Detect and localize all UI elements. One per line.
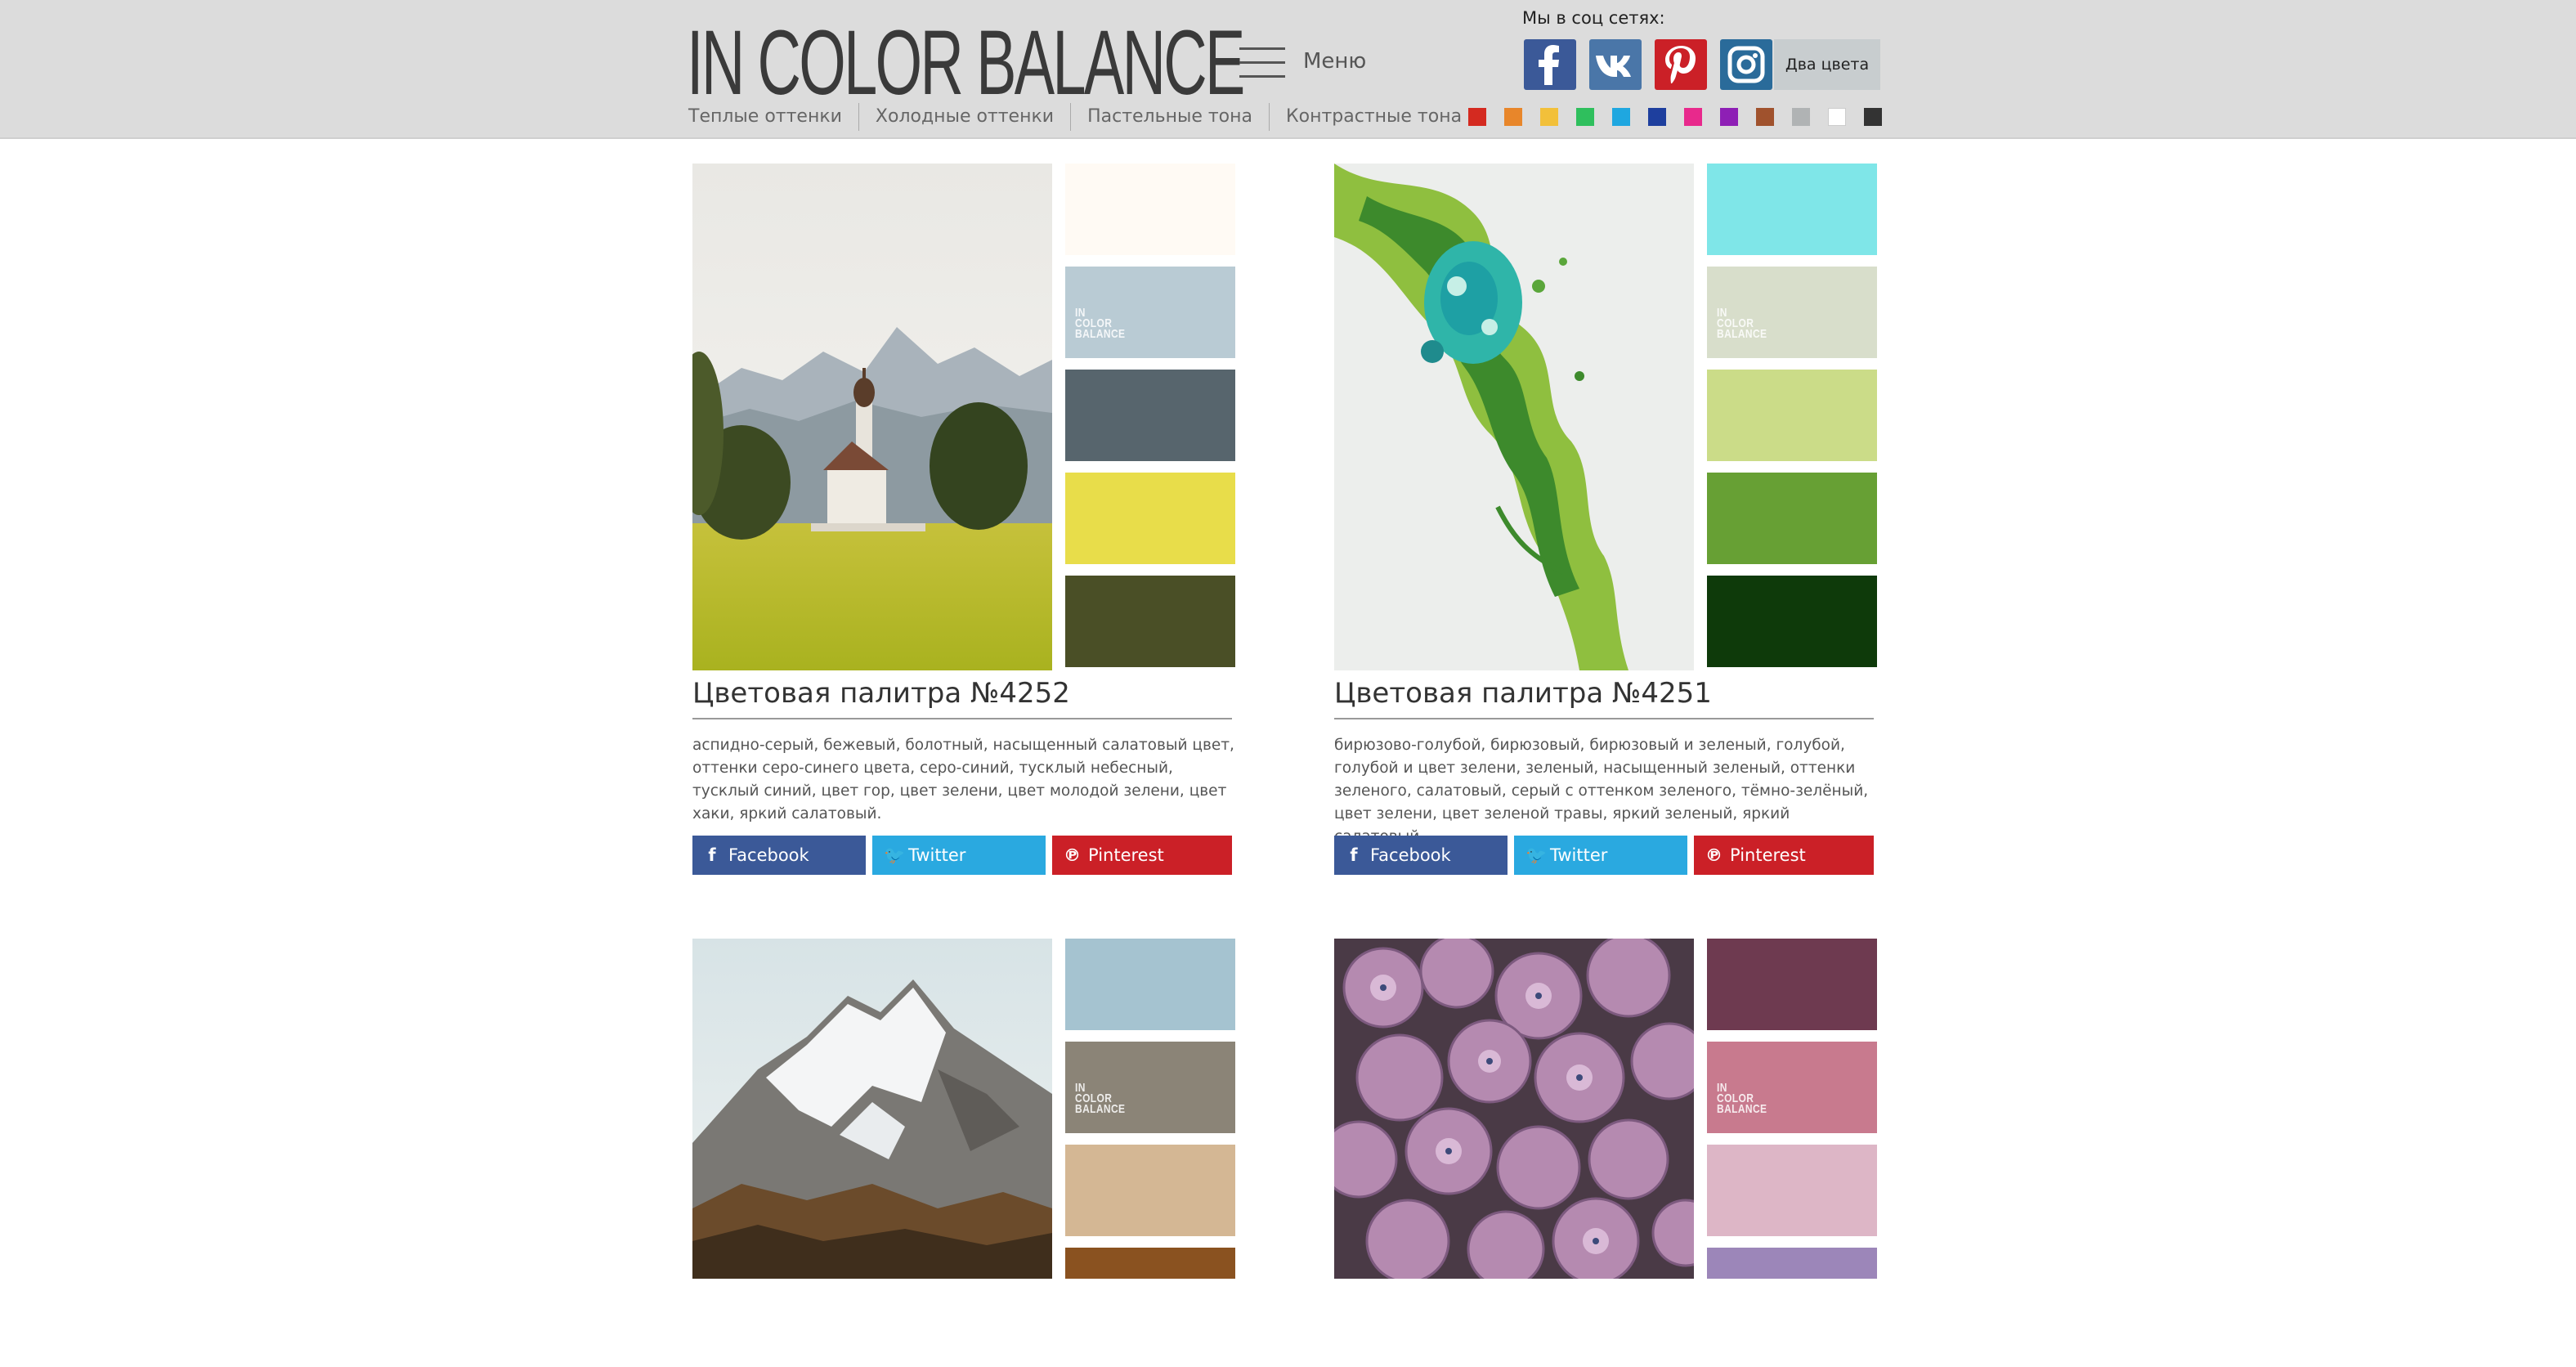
color-chip[interactable] xyxy=(1065,164,1235,255)
color-chip[interactable]: IN COLOR BALANCE xyxy=(1065,267,1235,358)
color-filter-swatch[interactable] xyxy=(1612,108,1630,126)
color-filter-swatches xyxy=(1468,108,1900,126)
vk-social-button[interactable] xyxy=(1589,39,1642,90)
instagram-social-button[interactable] xyxy=(1720,39,1772,90)
palette-card: IN COLOR BALANCE Цветовая палитра №4251 би… xyxy=(1334,164,1877,883)
divider xyxy=(692,718,1232,719)
color-chip[interactable] xyxy=(1707,939,1877,1030)
category-warm[interactable]: Теплые оттенки xyxy=(688,103,858,131)
color-chip[interactable] xyxy=(1707,1248,1877,1279)
color-chip[interactable]: IN COLOR BALANCE xyxy=(1707,1042,1877,1133)
palette-photo[interactable] xyxy=(692,164,1052,670)
color-filter-swatch[interactable] xyxy=(1720,108,1738,126)
site-logo[interactable]: IN COLOR BALANCE xyxy=(687,17,1245,109)
color-chip[interactable]: IN COLOR BALANCE xyxy=(1707,267,1877,358)
pinterest-icon: ℗ xyxy=(1064,845,1081,865)
hamburger-icon xyxy=(1239,47,1285,78)
church-landscape-image xyxy=(692,164,1052,670)
share-buttons: f Facebook 🐦 Twitter ℗ Pinterest xyxy=(692,836,1235,875)
snowy-mountain-image xyxy=(692,939,1052,1279)
color-filter-swatch[interactable] xyxy=(1864,108,1882,126)
palette-title[interactable]: Цветовая палитра №4251 xyxy=(1334,677,1712,710)
share-buttons: f Facebook 🐦 Twitter ℗ Pinterest xyxy=(1334,836,1877,875)
twitter-share-button[interactable]: 🐦 Twitter xyxy=(1514,836,1687,875)
facebook-social-button[interactable] xyxy=(1524,39,1576,90)
color-filter-swatch[interactable] xyxy=(1756,108,1774,126)
facebook-icon xyxy=(1539,45,1559,85)
color-filter-swatch[interactable] xyxy=(1792,108,1810,126)
palette-description: бирюзово-голубой, бирюзовый, бирюзовый и… xyxy=(1334,737,1869,845)
color-chip[interactable] xyxy=(1707,576,1877,667)
color-chip[interactable] xyxy=(1707,1145,1877,1236)
category-nav: Теплые оттенки Холодные оттенки Пастельн… xyxy=(688,103,1478,131)
green-fluid-art-image xyxy=(1334,164,1694,670)
twitter-share-button[interactable]: 🐦 Twitter xyxy=(872,836,1046,875)
color-chip[interactable] xyxy=(1065,473,1235,564)
facebook-icon: f xyxy=(1350,845,1358,865)
palette-photo[interactable] xyxy=(692,939,1052,1279)
color-filter-swatch[interactable] xyxy=(1468,108,1486,126)
color-filter-swatch[interactable] xyxy=(1648,108,1666,126)
pinterest-icon: ℗ xyxy=(1705,845,1723,865)
color-chip[interactable] xyxy=(1707,370,1877,461)
pinterest-share-button[interactable]: ℗ Pinterest xyxy=(1052,836,1232,875)
twitter-icon: 🐦 xyxy=(884,845,906,865)
two-colors-button[interactable]: Два цвета xyxy=(1774,39,1880,90)
pinterest-share-button[interactable]: ℗ Pinterest xyxy=(1694,836,1874,875)
palette-photo[interactable] xyxy=(1334,164,1694,670)
color-chip[interactable] xyxy=(1707,473,1877,564)
palette-photo[interactable] xyxy=(1334,939,1694,1279)
color-filter-swatch[interactable] xyxy=(1576,108,1594,126)
vk-icon xyxy=(1596,56,1631,77)
category-cold[interactable]: Холодные оттенки xyxy=(858,103,1070,131)
divider xyxy=(1334,718,1874,719)
twitter-icon: 🐦 xyxy=(1525,845,1548,865)
menu-button[interactable]: Меню xyxy=(1239,44,1366,82)
category-pastel[interactable]: Пастельные тона xyxy=(1070,103,1269,131)
color-filter-swatch[interactable] xyxy=(1684,108,1702,126)
color-filter-swatch[interactable] xyxy=(1504,108,1522,126)
palette-description: аспидно-серый, бежевый, болотный, насыще… xyxy=(692,737,1234,822)
color-chip[interactable]: IN COLOR BALANCE xyxy=(1065,1042,1235,1133)
color-chip[interactable] xyxy=(1065,1248,1235,1279)
pinterest-icon xyxy=(1665,46,1696,83)
category-contrast[interactable]: Контрастные тона xyxy=(1269,103,1478,131)
facebook-share-button[interactable]: f Facebook xyxy=(692,836,866,875)
social-caption: Мы в соц сетях: xyxy=(1522,8,1665,28)
pinterest-social-button[interactable] xyxy=(1655,39,1707,90)
watermark-logo: IN COLOR BALANCE xyxy=(1717,1081,1767,1116)
color-filter-swatch[interactable] xyxy=(1540,108,1558,126)
watermark-logo: IN COLOR BALANCE xyxy=(1075,1081,1126,1116)
color-chip[interactable] xyxy=(1065,1145,1235,1236)
color-chip[interactable] xyxy=(1065,576,1235,667)
color-chip[interactable] xyxy=(1707,164,1877,255)
site-header: IN COLOR BALANCE Меню Мы в соц сетях: Дв… xyxy=(0,0,2576,139)
watermark-logo: IN COLOR BALANCE xyxy=(1075,306,1126,341)
color-chip[interactable] xyxy=(1065,370,1235,461)
color-filter-swatch[interactable] xyxy=(1828,108,1846,126)
facebook-icon: f xyxy=(708,845,716,865)
hydrangea-image xyxy=(1334,939,1694,1279)
palette-card: IN COLOR BALANCE xyxy=(1334,939,1877,1279)
palette-title[interactable]: Цветовая палитра №4252 xyxy=(692,677,1070,710)
instagram-icon xyxy=(1727,46,1765,83)
facebook-share-button[interactable]: f Facebook xyxy=(1334,836,1508,875)
watermark-logo: IN COLOR BALANCE xyxy=(1717,306,1767,341)
color-chip[interactable] xyxy=(1065,939,1235,1030)
palette-card: IN COLOR BALANCE Цветовая палитра №4252 ас… xyxy=(692,164,1235,883)
palette-card: IN COLOR BALANCE xyxy=(692,939,1235,1279)
menu-label: Меню xyxy=(1303,49,1367,74)
